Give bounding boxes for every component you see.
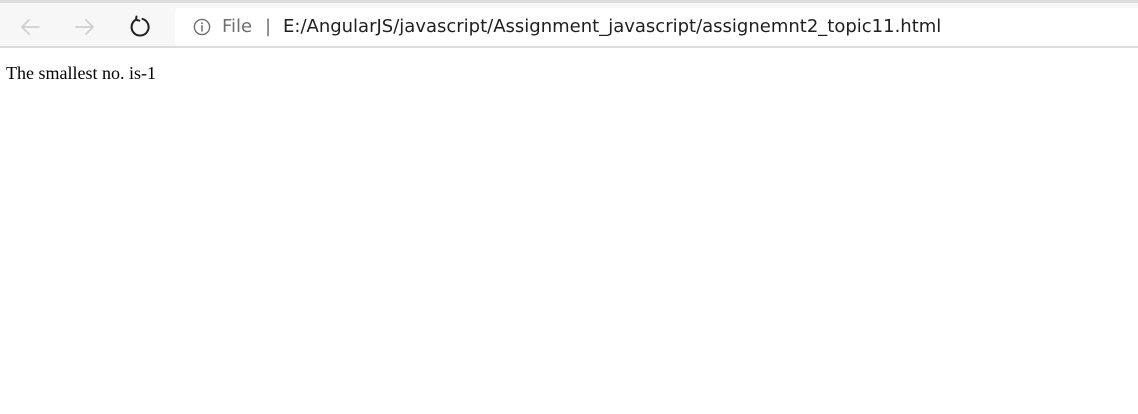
reload-icon <box>130 15 150 37</box>
page-content: The smallest no. is-1 <box>0 48 1138 414</box>
back-button[interactable] <box>13 10 47 44</box>
forward-button[interactable] <box>68 10 102 44</box>
scheme-label: File <box>222 16 253 37</box>
browser-window: File | E:/AngularJS/javascript/Assignmen… <box>0 0 1138 414</box>
address-separator: | <box>265 16 272 37</box>
url-text[interactable]: E:/AngularJS/javascript/Assignment_javas… <box>283 17 941 37</box>
address-bar[interactable]: File | E:/AngularJS/javascript/Assignmen… <box>175 8 1138 46</box>
info-icon[interactable] <box>193 18 211 36</box>
arrow-left-icon <box>21 19 40 35</box>
result-text: The smallest no. is-1 <box>6 63 156 83</box>
reload-button[interactable] <box>123 10 157 44</box>
arrow-right-icon <box>75 19 94 35</box>
browser-toolbar: File | E:/AngularJS/javascript/Assignmen… <box>0 0 1138 48</box>
